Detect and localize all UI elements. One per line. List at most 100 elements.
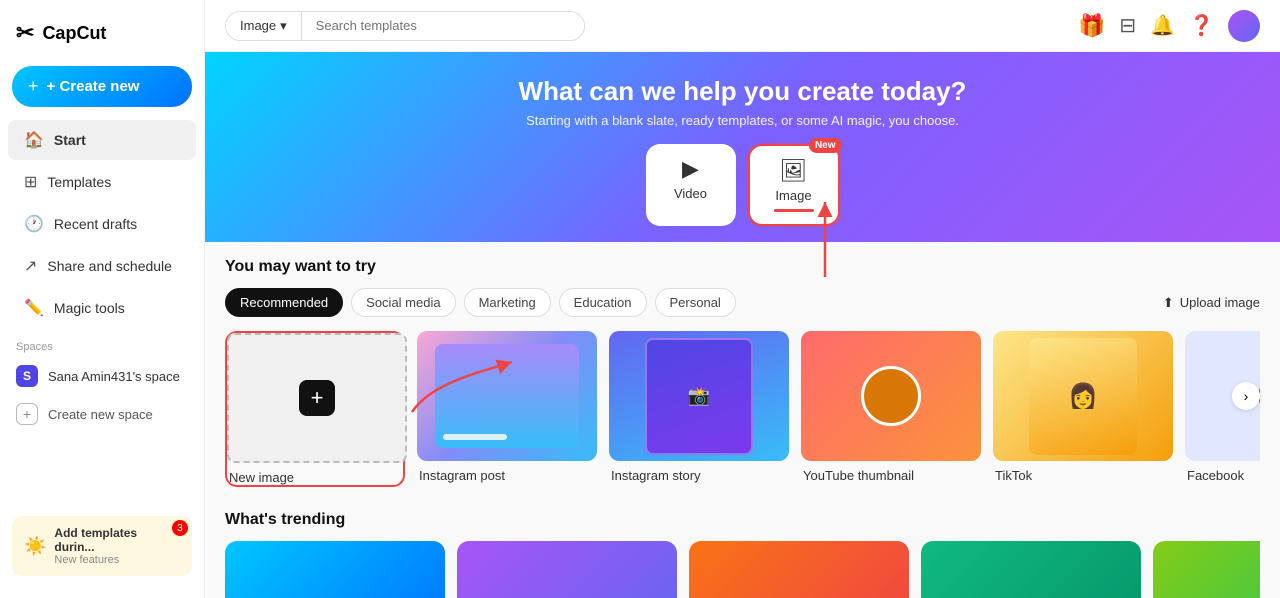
- filter-tab-personal[interactable]: Personal: [655, 288, 736, 317]
- sidebar-item-templates[interactable]: ⊞ Templates: [8, 162, 196, 202]
- template-card-ig-story[interactable]: 📸 Instagram story: [609, 331, 789, 487]
- sun-icon: ☀️: [24, 536, 46, 557]
- sidebar: ✂ CapCut + + Create new 🏠 Start ⊞ Templa…: [0, 0, 205, 598]
- trending-card-text-design-label: Text to design:create now,: [689, 591, 909, 598]
- template-label-facebook: Facebook: [1185, 468, 1260, 483]
- notification-text: Add templates durin... New features: [54, 526, 180, 566]
- hero-title: What can we help you create today?: [225, 76, 1260, 107]
- tab-image-label: Image: [775, 188, 811, 203]
- hero-wrapper: What can we help you create today? Start…: [205, 52, 1280, 242]
- space-name: Sana Amin431's space: [48, 369, 180, 384]
- search-type-button[interactable]: Image ▾: [226, 12, 302, 40]
- templates-wrap: + New image Instagram post: [225, 331, 1260, 495]
- template-label-tiktok: TikTok: [993, 468, 1173, 483]
- upload-image-button[interactable]: ⬆ Upload image: [1163, 295, 1260, 311]
- notif-badge: 3: [172, 520, 188, 536]
- template-card-instagram[interactable]: Instagram post: [417, 331, 597, 487]
- upload-icon: ⬆: [1163, 295, 1174, 311]
- video-icon: ▶: [682, 156, 699, 182]
- layers-icon[interactable]: ⊟: [1119, 13, 1136, 38]
- user-avatar[interactable]: [1228, 10, 1260, 42]
- new-badge: New: [809, 138, 842, 153]
- magic-icon: ✏️: [24, 298, 44, 318]
- content-area: You may want to try Recommended Social m…: [205, 242, 1280, 598]
- chevron-down-icon: ▾: [280, 18, 287, 34]
- search-input[interactable]: [302, 12, 584, 39]
- add-icon: +: [299, 380, 335, 416]
- bell-icon[interactable]: 🔔: [1150, 13, 1175, 38]
- sidebar-label-magic: Magic tools: [54, 300, 125, 316]
- space-item-user[interactable]: S Sana Amin431's space: [0, 357, 204, 395]
- try-section-title: You may want to try: [225, 258, 1260, 276]
- hero-tab-video[interactable]: ▶ Video: [646, 144, 736, 226]
- trending-card-batch-label: Batch edit:your perfect: [225, 591, 445, 598]
- space-avatar: S: [16, 365, 38, 387]
- create-space-icon: +: [16, 403, 38, 425]
- tiktok-thumb: 👩: [993, 331, 1173, 461]
- filter-tab-recommended[interactable]: Recommended: [225, 288, 343, 317]
- next-arrow-button[interactable]: ›: [1232, 382, 1260, 410]
- search-wrap: Image ▾: [225, 11, 585, 41]
- tab-video-underline: [671, 207, 711, 210]
- trending-cards: Batch edit:your perfect Text to image:pa…: [225, 541, 1260, 598]
- spaces-label: Spaces: [0, 329, 204, 357]
- filter-tabs-row: Recommended Social media Marketing Educa…: [225, 288, 1260, 317]
- hero-banner: What can we help you create today? Start…: [205, 52, 1280, 242]
- clock-icon: 🕐: [24, 214, 44, 234]
- trending-title: What's trending: [225, 511, 1260, 529]
- image-icon: 🖼: [780, 158, 808, 184]
- ig-story-thumb: 📸: [609, 331, 789, 461]
- sidebar-item-recent[interactable]: 🕐 Recent drafts: [8, 204, 196, 244]
- filter-tab-education[interactable]: Education: [559, 288, 647, 317]
- create-new-button[interactable]: + + Create new: [12, 66, 192, 107]
- create-new-label: + Create new: [47, 78, 140, 95]
- templates-grid: + New image Instagram post: [225, 331, 1260, 495]
- template-label-new-image: New image: [227, 470, 403, 485]
- hero-tabs: ▶ Video New 🖼 Image: [225, 144, 1260, 226]
- template-card-youtube[interactable]: YouTube thumbnail: [801, 331, 981, 487]
- template-card-new-image[interactable]: + New image: [225, 331, 405, 487]
- logo: ✂ CapCut: [0, 12, 204, 62]
- upload-label: Upload image: [1180, 295, 1260, 310]
- home-icon: 🏠: [24, 130, 44, 150]
- trending-card-background[interactable]: Background magic: [921, 541, 1141, 598]
- sidebar-label-templates: Templates: [47, 174, 111, 190]
- create-space-label: Create new space: [48, 407, 153, 422]
- template-card-tiktok[interactable]: 👩 TikTok: [993, 331, 1173, 487]
- trending-section: What's trending Batch edit:your perfect …: [225, 511, 1260, 598]
- sidebar-item-share[interactable]: ↗ Share and schedule: [8, 246, 196, 286]
- sidebar-item-start[interactable]: 🏠 Start: [8, 120, 196, 160]
- template-label-youtube: YouTube thumbnail: [801, 468, 981, 483]
- trending-card-text-img-label: Text to image:paint with your: [457, 591, 677, 598]
- trending-card-text-img[interactable]: Text to image:paint with your: [457, 541, 677, 598]
- filter-tab-marketing[interactable]: Marketing: [464, 288, 551, 317]
- sidebar-item-magic[interactable]: ✏️ Magic tools: [8, 288, 196, 328]
- search-type-label: Image: [240, 18, 276, 33]
- tab-video-label: Video: [674, 186, 707, 201]
- new-image-thumb: +: [227, 333, 407, 463]
- help-icon[interactable]: ❓: [1189, 13, 1214, 38]
- logo-icon: ✂: [16, 20, 34, 46]
- plus-icon: +: [28, 76, 39, 97]
- templates-icon: ⊞: [24, 172, 37, 192]
- main-content: Image ▾ 🎁 ⊟ 🔔 ❓ What can we help you cre…: [205, 0, 1280, 598]
- notif-title: Add templates durin...: [54, 526, 180, 554]
- notification-bar[interactable]: ☀️ Add templates durin... New features 3: [12, 516, 192, 576]
- instagram-thumb: [417, 331, 597, 461]
- app-name: CapCut: [42, 23, 106, 44]
- topbar-right: 🎁 ⊟ 🔔 ❓: [1078, 10, 1260, 42]
- youtube-thumb: [801, 331, 981, 461]
- topbar: Image ▾ 🎁 ⊟ 🔔 ❓: [205, 0, 1280, 52]
- trending-card-ai[interactable]: AI mo fast: [1153, 541, 1260, 598]
- filter-tab-social[interactable]: Social media: [351, 288, 455, 317]
- share-icon: ↗: [24, 256, 37, 276]
- gift-icon[interactable]: 🎁: [1078, 13, 1105, 39]
- trending-card-batch[interactable]: Batch edit:your perfect: [225, 541, 445, 598]
- hero-subtitle: Starting with a blank slate, ready templ…: [225, 113, 1260, 128]
- sidebar-label-recent: Recent drafts: [54, 216, 137, 232]
- trending-card-text-design[interactable]: Text to design:create now,: [689, 541, 909, 598]
- notif-subtitle: New features: [54, 554, 180, 566]
- hero-tab-image[interactable]: New 🖼 Image: [748, 144, 840, 226]
- sidebar-label-share: Share and schedule: [47, 258, 172, 274]
- create-space-button[interactable]: + Create new space: [0, 395, 204, 433]
